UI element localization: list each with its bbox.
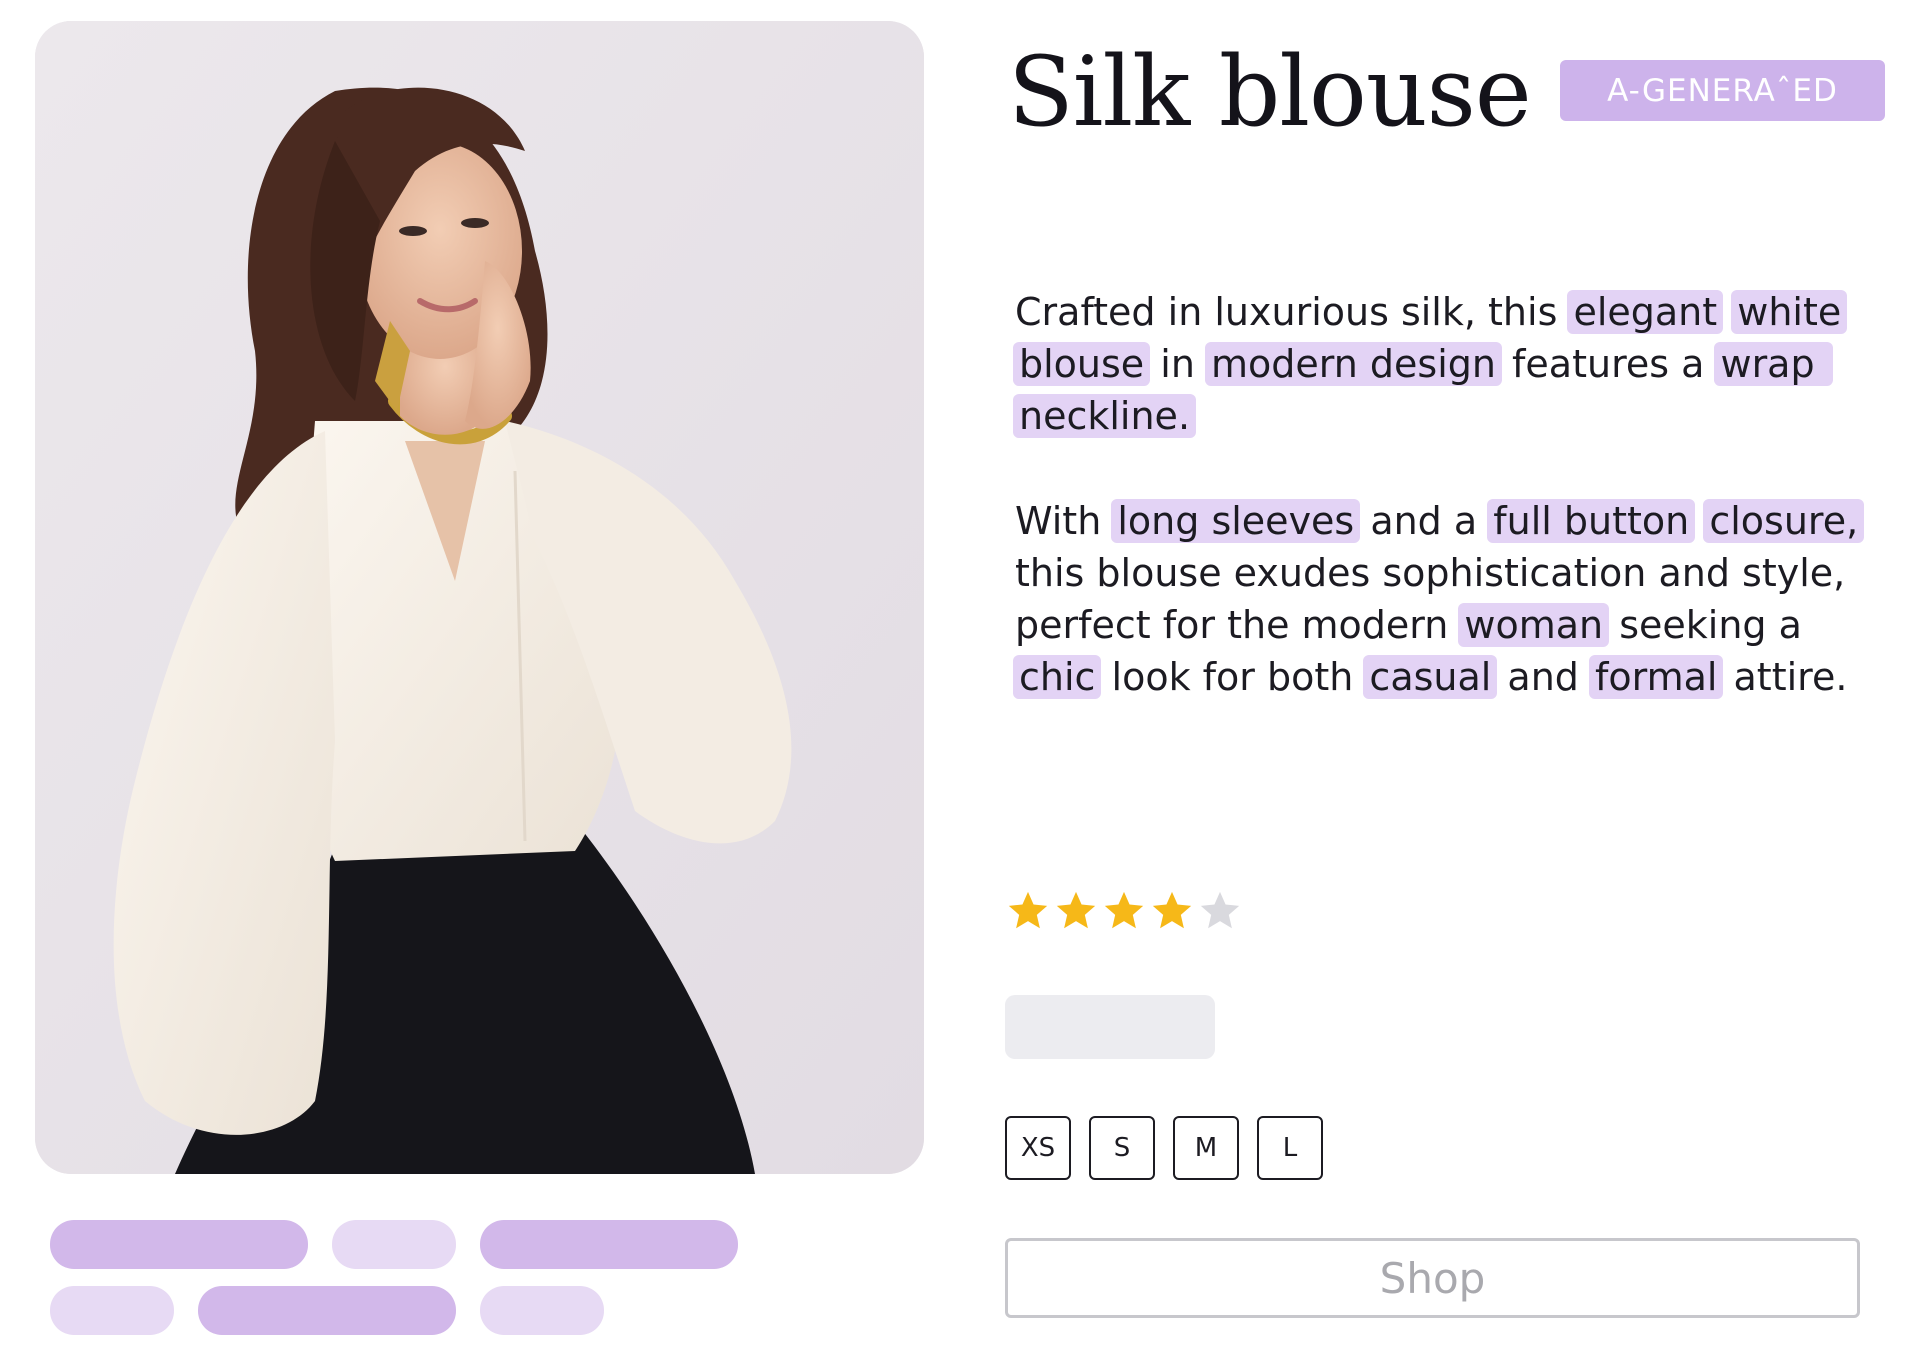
tag-skeleton [198, 1286, 456, 1335]
description-text: and [1495, 655, 1591, 699]
description-text: features a [1499, 342, 1717, 386]
description-text: in [1148, 342, 1208, 386]
highlighted-keyword: casual [1363, 655, 1498, 699]
description-paragraph-2: With long sleeves and a full button clos… [1013, 495, 1895, 703]
size-option-m[interactable]: M [1173, 1116, 1239, 1180]
tag-skeleton [50, 1220, 308, 1269]
highlighted-keyword: woman [1458, 603, 1610, 647]
star-icon [1152, 891, 1192, 929]
highlighted-keyword: modern design [1205, 342, 1502, 386]
model-photo [35, 21, 924, 1174]
size-option-xs[interactable]: XS [1005, 1116, 1071, 1180]
size-option-l[interactable]: L [1257, 1116, 1323, 1180]
tag-skeleton [50, 1286, 174, 1335]
highlighted-keyword: closure, [1703, 499, 1865, 543]
description-text: attire. [1721, 655, 1848, 699]
star-icon [1008, 891, 1048, 929]
size-selector: XS S M L [1005, 1116, 1323, 1180]
highlighted-keyword: white [1731, 290, 1848, 334]
size-option-s[interactable]: S [1089, 1116, 1155, 1180]
highlighted-keyword: formal [1588, 655, 1724, 699]
price-placeholder [1005, 995, 1215, 1059]
product-title: Silk blouse [1008, 36, 1532, 148]
highlighted-keyword: chic [1013, 655, 1102, 699]
highlighted-keyword: long sleeves [1111, 499, 1361, 543]
description-paragraph-1: Crafted in luxurious silk, this elegant … [1013, 286, 1895, 442]
tag-skeleton [332, 1220, 456, 1269]
star-icon [1200, 891, 1240, 929]
shop-button[interactable]: Shop [1005, 1238, 1860, 1318]
description-text: seeking a [1607, 603, 1814, 647]
description-text: With [1015, 499, 1114, 543]
tag-skeleton [480, 1286, 604, 1335]
highlighted-keyword: blouse [1013, 342, 1151, 386]
star-icon [1056, 891, 1096, 929]
description-text: Crafted in luxurious silk, this [1015, 290, 1570, 334]
ai-generated-badge: A-GENERAˆED [1560, 60, 1885, 121]
highlighted-keyword: elegant [1567, 290, 1724, 334]
description-text: look for both [1099, 655, 1366, 699]
tag-skeleton [480, 1220, 738, 1269]
product-image [35, 21, 924, 1174]
star-rating [1005, 888, 1243, 934]
description-text: and a [1358, 499, 1490, 543]
highlighted-keyword: full button [1487, 499, 1696, 543]
description-text [1845, 290, 1857, 334]
star-icon [1104, 891, 1144, 929]
